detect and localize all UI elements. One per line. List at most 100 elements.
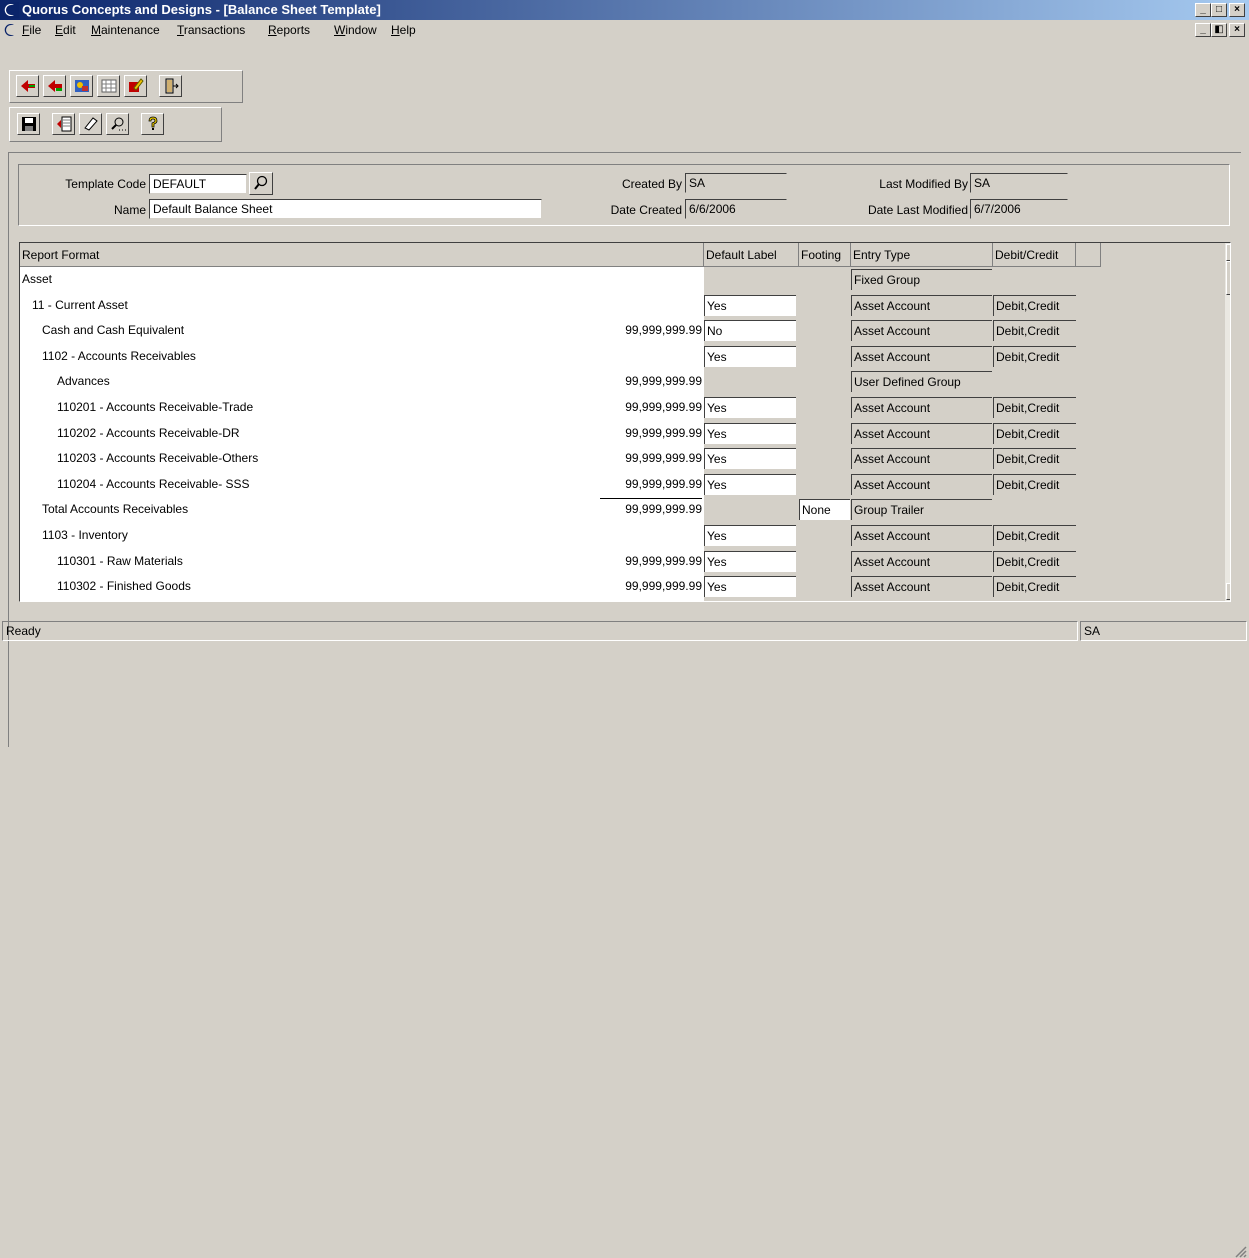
table-row[interactable]: 110302 - Finished Goods 99,999,999.99 Yes A… — [20, 574, 1225, 599]
image-button[interactable] — [70, 75, 93, 97]
table-row[interactable]: Total Accounts Receivables 99,999,999.99 N… — [20, 497, 1225, 522]
column-header-entry-type[interactable]: Entry Type — [851, 243, 993, 267]
debit-credit-cell[interactable]: Debit,Credit — [993, 320, 1076, 341]
table-row[interactable]: 1103 - Inventory Yes Asset Account Debit,Cr… — [20, 523, 1225, 548]
debit-credit-cell[interactable]: Debit,Credit — [993, 525, 1076, 546]
title-bar: Quorus Concepts and Designs - [Balance S… — [0, 0, 1249, 20]
table-row[interactable]: 110301 - Raw Materials 99,999,999.99 Yes As… — [20, 549, 1225, 574]
entry-type-cell[interactable]: Asset Account — [851, 474, 992, 495]
default-label-cell[interactable]: Yes — [704, 423, 796, 444]
default-label-cell[interactable]: Yes — [704, 295, 796, 316]
default-label-cell[interactable]: Yes — [704, 397, 796, 418]
entry-type-cell[interactable]: Asset Account — [851, 320, 992, 341]
maximize-window-button[interactable]: □ — [1211, 3, 1227, 17]
debit-credit-cell[interactable]: Debit,Credit — [993, 474, 1076, 495]
table-row[interactable]: Asset Fixed Group — [20, 267, 1225, 292]
mdi-close-button[interactable]: × — [1229, 23, 1245, 37]
vertical-scrollbar[interactable] — [1225, 243, 1230, 601]
entry-type-cell[interactable]: User Defined Group — [851, 371, 992, 392]
debit-credit-cell[interactable]: Debit,Credit — [993, 551, 1076, 572]
save-icon — [21, 117, 36, 131]
last-modified-by-label: Last Modified By — [879, 177, 968, 191]
table-row[interactable]: 110203 - Accounts Receivable-Others 99,99… — [20, 446, 1225, 471]
table-row[interactable]: Advances 99,999,999.99 User Defined Group — [20, 369, 1225, 394]
debit-credit-cell[interactable]: Debit,Credit — [993, 295, 1076, 316]
entry-type-cell[interactable]: Asset Account — [851, 295, 992, 316]
default-label-cell[interactable]: Yes — [704, 525, 796, 546]
debit-credit-cell[interactable]: Debit,Credit — [993, 576, 1076, 597]
column-header-report-format[interactable]: Report Format — [20, 243, 704, 267]
exit-button[interactable] — [159, 75, 182, 97]
debit-credit-cell[interactable]: Debit,Credit — [993, 346, 1076, 367]
previous-button[interactable] — [43, 75, 66, 97]
default-label-cell[interactable]: No — [704, 320, 796, 341]
scroll-up-button[interactable] — [1226, 244, 1230, 261]
scroll-down-button[interactable] — [1226, 583, 1230, 600]
default-label-cell[interactable]: Yes — [704, 551, 796, 572]
table-row[interactable]: Cash and Cash Equivalent 99,999,999.99 No A… — [20, 318, 1225, 343]
column-header-footing[interactable]: Footing — [799, 243, 851, 267]
table-row[interactable]: 1102 - Accounts Receivables Yes Asset Acco… — [20, 344, 1225, 369]
default-label-cell[interactable]: Yes — [704, 346, 796, 367]
entry-type-cell[interactable]: Asset Account — [851, 551, 992, 572]
default-label-cell[interactable]: Yes — [704, 576, 796, 597]
table-row[interactable]: 11 - Current Asset Yes Asset Account Debit,… — [20, 293, 1225, 318]
entry-type-cell[interactable]: Asset Account — [851, 448, 992, 469]
debit-credit-cell[interactable]: Debit,Credit — [993, 423, 1076, 444]
debit-credit-cell[interactable]: Debit,Credit — [993, 448, 1076, 469]
column-header-default-label[interactable]: Default Label — [704, 243, 799, 267]
row-amount: 99,999,999.99 — [625, 579, 702, 593]
row-label: 110201 - Accounts Receivable-Trade — [57, 400, 254, 414]
row-label: 110301 - Raw Materials — [57, 554, 183, 568]
template-lookup-button[interactable] — [249, 172, 273, 195]
menu-help[interactable]: Help — [391, 23, 416, 37]
menu-file[interactable]: File — [22, 23, 41, 37]
menu-window[interactable]: Window — [334, 23, 377, 37]
default-label-cell[interactable]: Yes — [704, 448, 796, 469]
table-row[interactable]: 110201 - Accounts Receivable-Trade 99,999… — [20, 395, 1225, 420]
document-icon[interactable] — [3, 22, 17, 38]
save-button[interactable] — [17, 113, 40, 135]
row-amount: 99,999,999.99 — [625, 426, 702, 440]
scroll-thumb[interactable] — [1226, 261, 1230, 295]
debit-credit-cell[interactable]: Debit,Credit — [993, 397, 1076, 418]
date-created-field: 6/6/2006 — [685, 199, 787, 219]
minimize-window-button[interactable]: _ — [1195, 3, 1211, 17]
exit-icon — [165, 78, 179, 94]
menu-edit[interactable]: Edit — [55, 23, 76, 37]
edit-record-button[interactable] — [124, 75, 147, 97]
entry-type-cell[interactable]: Asset Account — [851, 525, 992, 546]
entry-type-cell[interactable]: Asset Account — [851, 423, 992, 444]
name-label: Name — [113, 203, 146, 217]
template-code-field[interactable]: DEFAULT — [149, 174, 247, 194]
column-header-debit-credit[interactable]: Debit/Credit — [993, 243, 1076, 267]
row-label: Advances — [57, 374, 110, 388]
close-window-button[interactable]: × — [1229, 3, 1245, 17]
menu-maintenance[interactable]: Maintenance — [91, 23, 160, 37]
mdi-restore-button[interactable]: ◧ — [1211, 23, 1227, 37]
back-button[interactable] — [16, 75, 39, 97]
resize-grip-icon[interactable] — [1235, 1246, 1247, 1258]
clear-button[interactable] — [79, 113, 102, 135]
entry-type-cell[interactable]: Group Trailer — [851, 499, 992, 520]
row-label: Asset — [22, 272, 53, 286]
entry-type-cell[interactable]: Asset Account — [851, 397, 992, 418]
entry-type-cell[interactable]: Fixed Group — [851, 269, 992, 290]
default-label-cell[interactable]: Yes — [704, 474, 796, 495]
row-amount: 99,999,999.99 — [625, 374, 702, 388]
search-icon — [254, 175, 268, 190]
name-field[interactable]: Default Balance Sheet — [149, 199, 542, 219]
mdi-minimize-button[interactable]: _ — [1195, 23, 1211, 37]
footing-cell[interactable]: None — [799, 499, 850, 520]
menu-transactions[interactable]: Transactions — [177, 23, 245, 37]
new-record-button[interactable] — [52, 113, 75, 135]
column-header-blank — [1076, 243, 1101, 267]
menu-reports[interactable]: Reports — [268, 23, 310, 37]
entry-type-cell[interactable]: Asset Account — [851, 346, 992, 367]
find-button[interactable] — [106, 113, 129, 135]
calendar-button[interactable] — [97, 75, 120, 97]
help-button[interactable] — [141, 113, 164, 135]
table-row[interactable]: 110204 - Accounts Receivable- SSS 99,999,… — [20, 472, 1225, 497]
entry-type-cell[interactable]: Asset Account — [851, 576, 992, 597]
table-row[interactable]: 110202 - Accounts Receivable-DR 99,999,99… — [20, 421, 1225, 446]
